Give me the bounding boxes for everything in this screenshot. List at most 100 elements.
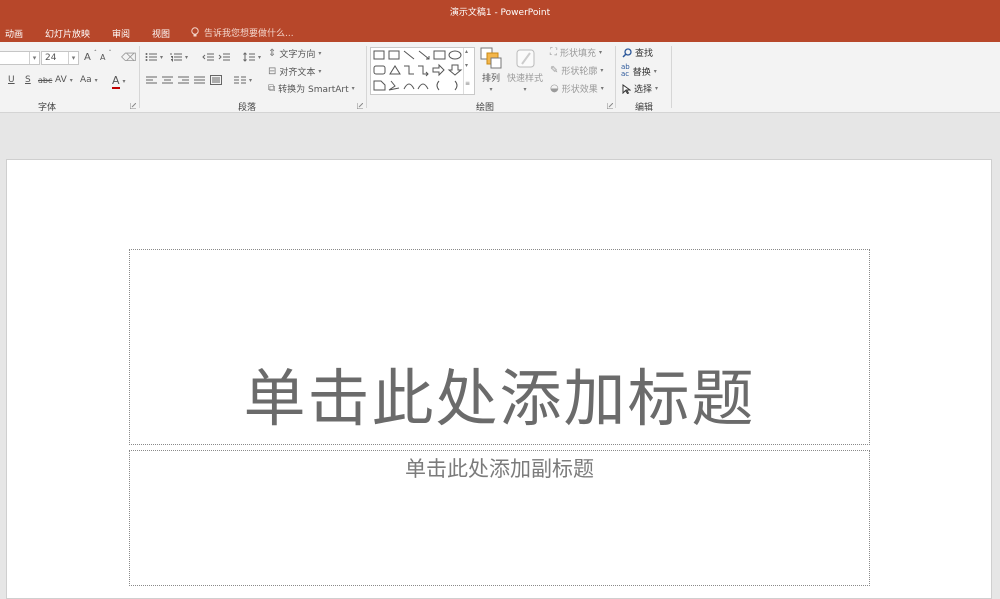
replace-button[interactable]: ab ac 替换 ▾ xyxy=(621,64,657,78)
tab-review[interactable]: 审阅 xyxy=(112,27,130,40)
align-left-button[interactable] xyxy=(146,76,157,85)
smartart-icon: ⧉ xyxy=(268,83,276,94)
font-name-combo[interactable]: ▾ xyxy=(0,51,40,65)
tell-me-box[interactable]: 告诉我您想要做什么... xyxy=(190,26,294,39)
underline-label: U xyxy=(8,75,15,85)
bullets-button[interactable]: ▾ xyxy=(145,52,163,62)
right-arrow-shape-icon[interactable] xyxy=(432,63,445,77)
more-icon[interactable]: ≡ xyxy=(465,80,470,87)
character-spacing-button[interactable]: AV ▾ xyxy=(55,75,73,85)
quick-styles-button[interactable]: 快速样式 ▾ xyxy=(507,47,543,93)
chevron-down-icon: ▾ xyxy=(318,50,322,57)
grow-font-button[interactable]: Aˆ xyxy=(84,50,97,63)
cursor-arrow-icon xyxy=(622,83,631,94)
font-color-label: A xyxy=(112,74,120,89)
columns-icon xyxy=(234,76,246,84)
indent-icon xyxy=(218,53,230,61)
strikethrough-button[interactable]: abc xyxy=(38,76,52,85)
align-center-button[interactable] xyxy=(162,76,173,85)
window-title: 演示文稿1 - PowerPoint xyxy=(449,8,551,18)
change-case-button[interactable]: Aa ▾ xyxy=(80,75,98,85)
font-size-combo[interactable]: 24 ▾ xyxy=(41,51,79,65)
tab-animations[interactable]: 动画 xyxy=(5,27,23,40)
tab-view[interactable]: 视图 xyxy=(152,27,170,40)
tab-slide-show[interactable]: 幻灯片放映 xyxy=(45,27,90,40)
shape-fill-button[interactable]: ⛶ 形状填充 ▾ xyxy=(550,46,602,59)
convert-smartart-button[interactable]: ⧉ 转换为 SmartArt ▾ xyxy=(268,82,355,95)
increase-indent-button[interactable] xyxy=(218,52,230,62)
find-button[interactable]: 查找 xyxy=(622,46,653,59)
down-arrow-shape-icon[interactable] xyxy=(447,64,463,76)
font-group-label: 字体 xyxy=(38,103,57,113)
underline-button[interactable]: U xyxy=(8,75,15,85)
line-spacing-button[interactable]: ▾ xyxy=(243,52,261,62)
elbow-arrow-connector-shape-icon[interactable] xyxy=(418,65,429,77)
tell-me-placeholder: 告诉我您想要做什么... xyxy=(204,29,294,39)
text-box-shape-icon[interactable] xyxy=(373,50,385,60)
vertical-text-box-shape-icon[interactable] xyxy=(388,50,400,60)
shrink-font-label: A xyxy=(100,53,106,62)
left-paren-shape-icon[interactable] xyxy=(436,80,440,91)
up-arrow-icon: ˆ xyxy=(93,50,97,57)
text-shadow-button[interactable]: S xyxy=(25,75,31,85)
chevron-down-icon: ▾ xyxy=(523,86,527,93)
arc-shape-icon[interactable] xyxy=(403,83,415,90)
chevron-up-icon[interactable]: ▴ xyxy=(465,48,468,55)
chevron-down-icon: ▾ xyxy=(185,53,189,61)
numbering-button[interactable]: ▾ xyxy=(170,52,188,62)
gallery-scrollbar[interactable]: ▴ ▾ ≡ xyxy=(463,48,474,94)
text-direction-button[interactable]: ⇕ 文字方向 ▾ xyxy=(268,47,321,60)
shrink-font-button[interactable]: Aˇ xyxy=(100,50,111,62)
arrange-icon xyxy=(480,47,502,69)
columns-button[interactable]: ▾ xyxy=(234,76,252,85)
chevron-down-icon: ▾ xyxy=(318,68,322,75)
chevron-down-icon: ▾ xyxy=(160,53,164,61)
ribbon: ▾ 24 ▾ Aˆ Aˇ ⌫ U S abc AV ▾ Aa ▾ A ▾ 字体 ▾ ▾… xyxy=(0,42,1000,113)
rectangle-shape-icon[interactable] xyxy=(433,50,446,60)
group-divider xyxy=(366,46,367,108)
snip-rectangle-shape-icon[interactable] xyxy=(373,80,386,91)
arrange-label: 排列 xyxy=(481,74,500,84)
replace-label: 替换 xyxy=(632,67,651,78)
lightning-shape-icon[interactable] xyxy=(388,80,400,91)
chevron-down-icon[interactable]: ▾ xyxy=(465,62,468,69)
shapes-gallery[interactable]: ▴ ▾ ≡ xyxy=(370,47,475,95)
chevron-down-icon[interactable]: ▾ xyxy=(68,52,78,64)
group-divider xyxy=(615,46,616,108)
find-label: 查找 xyxy=(635,49,654,59)
subtitle-placeholder[interactable]: 单击此处添加副标题 xyxy=(129,450,870,586)
shape-effects-label: 形状效果 xyxy=(561,85,598,95)
chevron-down-icon: ▾ xyxy=(94,76,98,84)
change-case-label: Aa xyxy=(80,75,92,85)
chevron-down-icon[interactable]: ▾ xyxy=(29,52,39,64)
justify-button[interactable] xyxy=(194,76,205,85)
elbow-connector-shape-icon[interactable] xyxy=(404,65,414,75)
font-color-button[interactable]: A ▾ xyxy=(112,74,126,89)
paint-bucket-icon: ⛶ xyxy=(550,47,557,58)
chevron-down-icon: ▾ xyxy=(489,86,493,93)
arrow-line-shape-icon[interactable] xyxy=(418,50,430,60)
outdent-icon xyxy=(202,53,214,61)
shape-outline-button[interactable]: ✎ 形状轮廓 ▾ xyxy=(550,64,603,77)
chevron-down-icon: ▾ xyxy=(249,77,253,84)
dialog-launcher-icon[interactable] xyxy=(606,102,614,110)
shape-effects-button[interactable]: ◒ 形状效果 ▾ xyxy=(550,82,604,95)
distributed-button[interactable] xyxy=(210,75,222,85)
chevron-down-icon: ▾ xyxy=(600,85,604,92)
right-paren-shape-icon[interactable] xyxy=(454,80,458,91)
select-button[interactable]: 选择 ▾ xyxy=(622,82,658,95)
decrease-indent-button[interactable] xyxy=(202,52,214,62)
align-right-button[interactable] xyxy=(178,76,189,85)
line-shape-icon[interactable] xyxy=(403,50,415,60)
arrange-button[interactable]: 排列 ▾ xyxy=(480,47,502,93)
rounded-rectangle-shape-icon[interactable] xyxy=(373,65,386,75)
dialog-launcher-icon[interactable] xyxy=(129,102,137,110)
title-placeholder[interactable]: 单击此处添加标题 xyxy=(129,249,870,445)
clear-formatting-button[interactable]: ⌫ xyxy=(121,51,137,64)
oval-shape-icon[interactable] xyxy=(448,50,462,60)
dialog-launcher-icon[interactable] xyxy=(356,102,364,110)
align-left-icon xyxy=(146,76,157,84)
align-text-button[interactable]: ⊟ 对齐文本 ▾ xyxy=(268,65,321,78)
curve-shape-icon[interactable] xyxy=(417,83,429,90)
triangle-shape-icon[interactable] xyxy=(389,65,401,75)
